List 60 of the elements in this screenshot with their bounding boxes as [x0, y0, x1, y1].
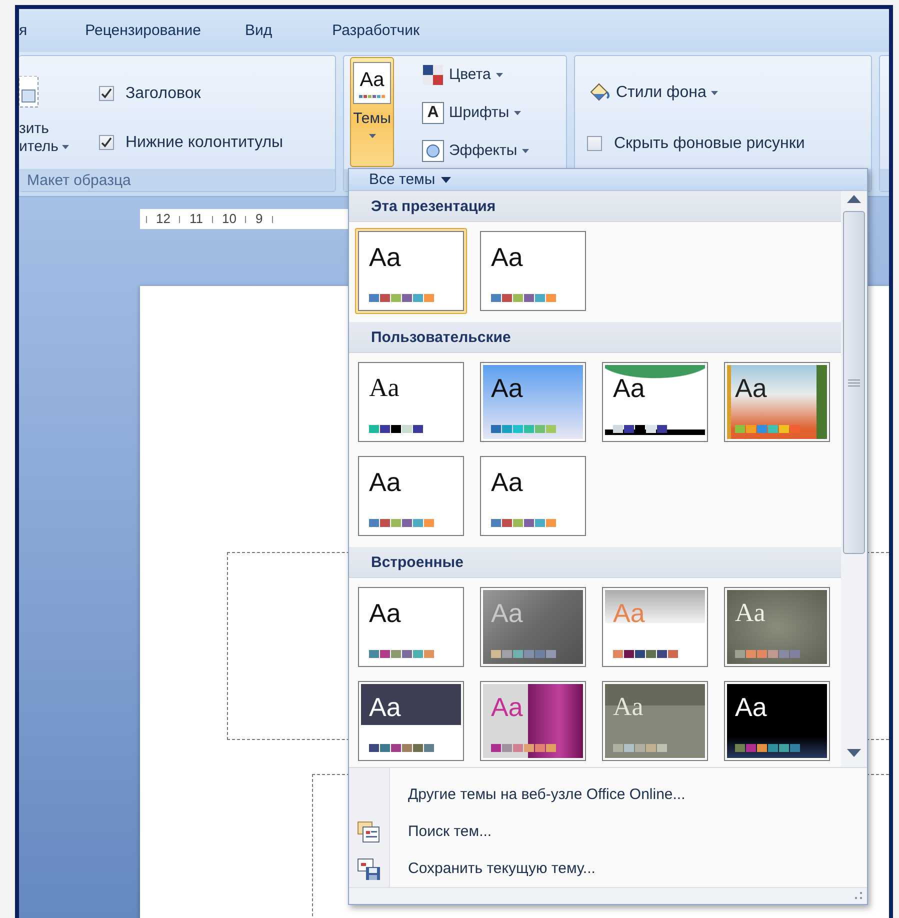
checkbox[interactable] [98, 135, 114, 150]
theme-thumbnail[interactable]: Aa [477, 228, 589, 314]
menu-item[interactable]: Сохранить текущую тему... [349, 850, 867, 887]
checkbox[interactable] [587, 136, 602, 152]
ruler-number: 11 [189, 211, 203, 227]
button-label[interactable]: итель [19, 138, 58, 156]
theme-thumbnail[interactable]: Aa [355, 453, 467, 539]
folder-document-icon [357, 820, 381, 844]
checkbox-label: Нижние колонтитулы [126, 133, 284, 152]
dropdown-caret-icon [711, 90, 718, 96]
section-title: Пользовательские [349, 322, 841, 353]
ruler-number: 10 [222, 211, 236, 227]
placeholder-picture-icon [19, 76, 39, 108]
scroll-up-icon[interactable] [847, 195, 861, 203]
all-themes-button[interactable]: Все темы [349, 169, 867, 191]
theme-thumbnail[interactable]: Aa [477, 678, 589, 764]
menu-item[interactable]: Поиск тем... [349, 813, 867, 850]
dropdown-caret-icon [368, 134, 376, 138]
theme-thumbnail[interactable]: Aa [355, 359, 467, 445]
theme-thumbnail[interactable]: Aa [355, 228, 467, 314]
theme-thumbnail[interactable]: Aa [477, 359, 589, 445]
theme-thumbnail[interactable]: Aa [721, 678, 833, 764]
ribbon-tab[interactable]: Рецензирование [85, 18, 201, 43]
section-title: Встроенные [349, 547, 841, 578]
theme-thumbnail[interactable]: Aa [599, 359, 711, 445]
checkbox-label: Заголовок [126, 84, 201, 104]
scroll-down-icon[interactable] [847, 749, 861, 757]
theme-thumbnail[interactable]: Aa [355, 678, 467, 764]
scrollbar-thumb[interactable] [843, 211, 865, 554]
font-icon: A [422, 102, 444, 124]
theme-sample-icon: Aa [353, 62, 391, 104]
theme-thumbnail[interactable]: Aa [721, 359, 833, 445]
group-label: Макет образца [19, 169, 335, 191]
ribbon-tab[interactable]: Вид [244, 18, 272, 43]
menu-item[interactable]: Другие темы на веб-узле Office Online... [349, 776, 867, 813]
ruler-number: 12 [156, 211, 170, 227]
dropdown-caret-icon [441, 176, 452, 182]
section-title: Эта презентация [349, 191, 841, 222]
themes-button[interactable]: Aa Темы [350, 57, 394, 167]
ruler-number: 9 [255, 211, 263, 227]
theme-thumbnail[interactable]: Aa [477, 453, 589, 539]
dropdown-caret-icon [514, 110, 522, 116]
dropdown-caret-icon [522, 148, 530, 154]
ribbon-command[interactable]: A Шрифты [422, 100, 530, 126]
color-palette-icon [422, 64, 444, 86]
dropdown-caret-icon [496, 72, 503, 78]
effects-icon [422, 140, 444, 162]
ribbon-command[interactable]: Цвета [422, 62, 530, 88]
ribbon-command[interactable]: Эффекты [422, 138, 530, 164]
save-icon [357, 856, 381, 880]
checkbox-label: Скрыть фоновые рисунки [614, 134, 805, 154]
ribbon-tab[interactable]: я [19, 18, 28, 43]
button-label[interactable]: зить [19, 120, 68, 138]
ribbon-tab[interactable]: Разработчик [332, 18, 420, 43]
dropdown-caret-icon [62, 144, 68, 150]
theme-thumbnail[interactable]: Aa [721, 584, 833, 670]
resize-grip-icon [855, 892, 863, 900]
background-styles-button[interactable]: Стили фона [587, 80, 805, 106]
theme-thumbnail[interactable]: Aa [355, 584, 467, 670]
checkbox[interactable] [98, 86, 114, 102]
